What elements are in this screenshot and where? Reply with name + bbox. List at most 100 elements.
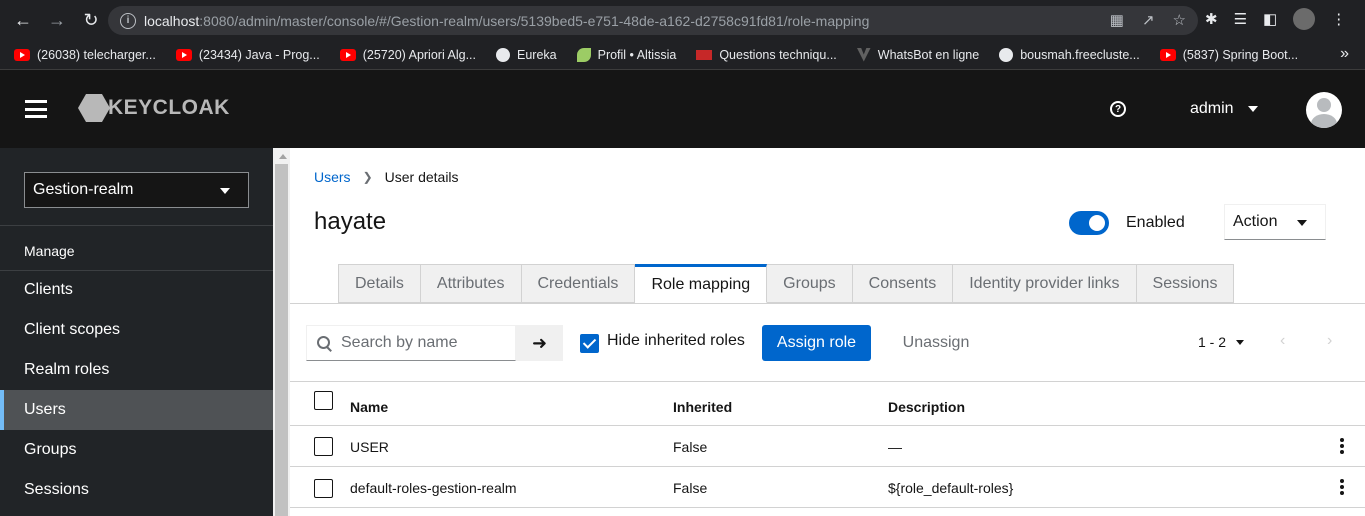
- column-header-name[interactable]: Name: [350, 399, 388, 415]
- profile-avatar[interactable]: [1293, 8, 1316, 30]
- whatsbot-icon: [856, 47, 871, 62]
- site-info-icon[interactable]: i: [120, 12, 136, 29]
- search-submit-button[interactable]: ➜: [516, 325, 563, 361]
- username: admin: [1190, 100, 1234, 117]
- page-title: hayate: [314, 208, 387, 235]
- divider: [290, 425, 1365, 426]
- bookmark-item[interactable]: WhatsBot en ligne: [856, 47, 979, 62]
- table-cell-description: —: [888, 439, 902, 455]
- tab-credentials[interactable]: Credentials: [521, 264, 636, 303]
- browser-toolbar: ← → ↻ i localhost:8080/admin/master/cons…: [0, 0, 1365, 40]
- caret-down-icon: [1297, 220, 1307, 226]
- url-host: localhost: [144, 12, 200, 29]
- search-input[interactable]: [341, 334, 511, 352]
- bookmark-item[interactable]: bousmah.freecluste...: [999, 47, 1140, 62]
- table-cell-inherited: False: [673, 439, 708, 455]
- divider: [290, 507, 1365, 508]
- sidebar-item-clients[interactable]: Clients: [0, 270, 273, 310]
- toggle-knob: [1089, 215, 1105, 231]
- main-content: Users ❯ User details hayate Enabled Acti…: [290, 148, 1365, 516]
- action-dropdown[interactable]: Action: [1224, 204, 1326, 240]
- breadcrumb-current: User details: [384, 169, 459, 185]
- sidebar-item-realm-roles[interactable]: Realm roles: [0, 350, 273, 390]
- translate-icon[interactable]: ▦: [1110, 11, 1124, 29]
- sidepanel-icon[interactable]: ◧: [1263, 10, 1277, 28]
- tab-consents[interactable]: Consents: [852, 264, 954, 303]
- realm-selector[interactable]: Gestion-realm: [24, 172, 249, 208]
- bookmark-item[interactable]: (26038) telecharger...: [14, 48, 156, 62]
- more-bookmarks-icon[interactable]: »: [1340, 45, 1349, 63]
- sidebar-item-sessions[interactable]: Sessions: [0, 470, 273, 510]
- share-icon[interactable]: ↗: [1142, 11, 1155, 29]
- user-avatar[interactable]: [1306, 92, 1342, 128]
- table-cell-name: USER: [350, 439, 389, 455]
- caret-down-icon: [220, 188, 230, 194]
- youtube-icon: [1159, 48, 1176, 61]
- tab-groups[interactable]: Groups: [767, 264, 853, 303]
- keycloak-logo[interactable]: KEYCLOAK: [78, 94, 230, 122]
- sidebar-item-client-scopes[interactable]: Client scopes: [0, 310, 273, 350]
- chrome-menu-icon[interactable]: ⋮: [1331, 10, 1346, 28]
- bookmark-star-icon[interactable]: ☆: [1173, 11, 1186, 29]
- kebab-menu-icon[interactable]: [1339, 438, 1345, 454]
- media-icon[interactable]: ☰: [1234, 10, 1247, 28]
- hide-inherited-checkbox[interactable]: [580, 334, 599, 353]
- divider: [290, 381, 1365, 382]
- bookmark-item[interactable]: (5837) Spring Boot...: [1159, 48, 1298, 62]
- sidebar: Gestion-realm Manage Clients Client scop…: [0, 148, 273, 516]
- hamburger-menu-icon[interactable]: [25, 100, 47, 118]
- breadcrumb-users-link[interactable]: Users: [314, 169, 351, 185]
- tab-details[interactable]: Details: [338, 264, 421, 303]
- bookmarks-bar: (26038) telecharger... (23434) Java - Pr…: [0, 40, 1365, 70]
- caret-down-icon: [1247, 106, 1258, 112]
- select-all-checkbox[interactable]: [314, 391, 333, 410]
- enabled-label: Enabled: [1126, 214, 1185, 231]
- breadcrumb: Users ❯ User details: [314, 169, 459, 185]
- bookmark-item[interactable]: (23434) Java - Prog...: [175, 48, 320, 62]
- address-bar[interactable]: i localhost:8080/admin/master/console/#/…: [108, 6, 1198, 35]
- flag-icon: [696, 49, 713, 60]
- scrollbar-thumb[interactable]: [275, 164, 288, 516]
- divider: [290, 466, 1365, 467]
- masthead: KEYCLOAK ? admin: [0, 70, 1365, 148]
- back-icon[interactable]: ←: [8, 5, 38, 35]
- caret-down-icon: [1236, 339, 1245, 345]
- youtube-icon: [339, 48, 356, 61]
- bookmark-item[interactable]: (25720) Apriori Alg...: [339, 48, 476, 62]
- scroll-up-icon[interactable]: [279, 154, 287, 159]
- pagination-dropdown[interactable]: 1 - 2: [1198, 334, 1245, 350]
- chevron-right-icon[interactable]: ›: [1327, 332, 1332, 350]
- bookmark-item[interactable]: Questions techniqu...: [696, 48, 837, 62]
- globe-icon: [999, 47, 1014, 62]
- tab-sessions[interactable]: Sessions: [1136, 264, 1235, 303]
- sidebar-item-users[interactable]: Users: [0, 390, 273, 430]
- search-icon: [317, 336, 331, 350]
- chevron-left-icon[interactable]: ‹: [1280, 332, 1285, 350]
- globe-icon: [496, 47, 510, 62]
- table-cell-description: ${role_default-roles}: [888, 480, 1014, 496]
- help-icon[interactable]: ?: [1110, 101, 1126, 117]
- kebab-menu-icon[interactable]: [1339, 479, 1345, 495]
- assign-role-button[interactable]: Assign role: [762, 325, 871, 361]
- sidebar-item-groups[interactable]: Groups: [0, 430, 273, 470]
- url-path: :8080/admin/master/console/#/Gestion-rea…: [199, 12, 870, 29]
- tab-identity-provider-links[interactable]: Identity provider links: [953, 264, 1137, 303]
- bookmark-item[interactable]: Profil • Altissia: [576, 47, 676, 62]
- extensions-icon[interactable]: ✱: [1205, 10, 1218, 28]
- row-checkbox[interactable]: [314, 479, 333, 498]
- tab-role-mapping[interactable]: Role mapping: [635, 264, 768, 303]
- divider: [290, 303, 1365, 304]
- reload-icon[interactable]: ↻: [76, 5, 106, 35]
- enabled-toggle[interactable]: [1069, 211, 1109, 235]
- search-box: [306, 325, 516, 361]
- row-checkbox[interactable]: [314, 437, 333, 456]
- user-dropdown[interactable]: admin: [1190, 100, 1258, 118]
- chevron-right-icon: ❯: [362, 170, 373, 184]
- tab-bar: Details Attributes Credentials Role mapp…: [338, 264, 1235, 303]
- leaf-icon: [576, 47, 591, 62]
- forward-icon[interactable]: →: [42, 5, 72, 35]
- unassign-button[interactable]: Unassign: [888, 325, 984, 361]
- tab-attributes[interactable]: Attributes: [420, 264, 522, 303]
- table-cell-name: default-roles-gestion-realm: [350, 480, 517, 496]
- bookmark-item[interactable]: Eureka: [496, 47, 557, 62]
